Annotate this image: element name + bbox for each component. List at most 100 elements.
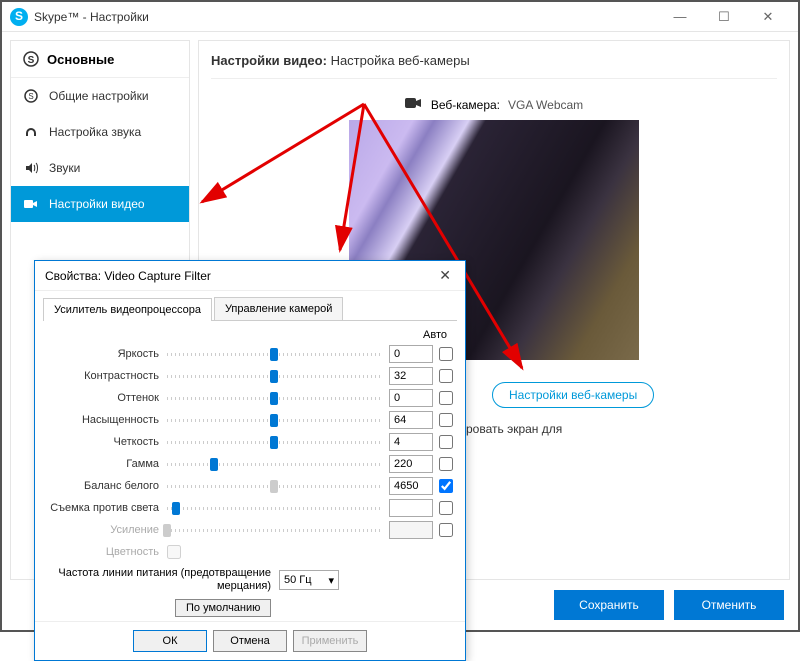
slider-row: Четкость: [47, 431, 453, 453]
slider-label: Цветность: [47, 546, 167, 558]
apply-button[interactable]: Применить: [293, 630, 367, 652]
slider-row: Оттенок: [47, 387, 453, 409]
skype-icon: S: [23, 88, 39, 104]
sidebar-item-label: Настройки видео: [49, 197, 145, 211]
slider-track[interactable]: [167, 397, 381, 400]
main-title-prefix: Настройки видео:: [211, 53, 327, 68]
default-button[interactable]: По умолчанию: [175, 599, 271, 617]
slider-row: Яркость: [47, 343, 453, 365]
ok-button[interactable]: ОК: [133, 630, 207, 652]
save-button[interactable]: Сохранить: [554, 590, 664, 620]
chevron-down-icon: ▾: [328, 574, 334, 587]
window-title: Skype™ - Настройки: [34, 10, 658, 24]
slider-value-input[interactable]: [389, 389, 433, 407]
slider-value-input[interactable]: [389, 499, 433, 517]
slider-track: [167, 485, 381, 488]
auto-checkbox[interactable]: [439, 391, 453, 405]
slider-label: Усиление: [47, 524, 167, 536]
cancel-button[interactable]: Отменить: [674, 590, 784, 620]
dialog-footer: ОК Отмена Применить: [35, 621, 465, 660]
sidebar-item-label: Настройка звука: [49, 125, 141, 139]
maximize-button[interactable]: ☐: [702, 2, 746, 32]
slider-value-input[interactable]: [389, 411, 433, 429]
slider-row: Цветность: [47, 541, 453, 563]
camera-icon: [405, 97, 423, 112]
auto-checkbox[interactable]: [439, 413, 453, 427]
skype-logo-icon: [10, 8, 28, 26]
webcam-row: Веб-камера: VGA Webcam: [211, 97, 777, 112]
sidebar-item-sounds[interactable]: Звуки: [11, 150, 189, 186]
slider-row: Гамма: [47, 453, 453, 475]
dialog-body: Авто Яркость Контрастность Оттенок Насыщ…: [35, 321, 465, 621]
auto-checkbox[interactable]: [439, 369, 453, 383]
properties-dialog: Свойства: Video Capture Filter ✕ Усилите…: [34, 260, 466, 661]
slider-row: Насыщенность: [47, 409, 453, 431]
slider-track[interactable]: [167, 441, 381, 444]
auto-checkbox[interactable]: [439, 347, 453, 361]
auto-column-header: Авто: [47, 329, 453, 341]
auto-checkbox[interactable]: [439, 479, 453, 493]
dialog-tabs: Усилитель видеопроцессора Управление кам…: [43, 297, 457, 321]
svg-text:S: S: [28, 55, 35, 66]
titlebar: Skype™ - Настройки — ☐ ✕: [2, 2, 798, 32]
video-icon: [23, 196, 39, 212]
minimize-button[interactable]: —: [658, 2, 702, 32]
slider-value-input[interactable]: [389, 455, 433, 473]
slider-label: Съемка против света: [47, 502, 167, 514]
auto-checkbox[interactable]: [439, 435, 453, 449]
auto-checkbox[interactable]: [439, 457, 453, 471]
slider-track[interactable]: [167, 507, 381, 510]
sidebar-item-video[interactable]: Настройки видео: [11, 186, 189, 222]
sound-icon: [23, 160, 39, 176]
main-title: Настройки видео: Настройка веб-камеры: [211, 53, 777, 79]
sidebar-item-label: Общие настройки: [49, 89, 149, 103]
dialog-title-text: Свойства: Video Capture Filter: [45, 269, 211, 283]
slider-row: Съемка против света: [47, 497, 453, 519]
footer: Сохранить Отменить: [554, 590, 784, 620]
slider-label: Яркость: [47, 348, 167, 360]
dialog-titlebar: Свойства: Video Capture Filter ✕: [35, 261, 465, 291]
sidebar-header-label: Основные: [47, 52, 114, 67]
frequency-row: Частота линии питания (предотвращение ме…: [47, 567, 453, 593]
slider-value-input[interactable]: [389, 345, 433, 363]
partial-text: ровать экран для: [466, 422, 562, 436]
webcam-label: Веб-камера:: [431, 98, 500, 112]
webcam-settings-button[interactable]: Настройки веб-камеры: [492, 382, 654, 408]
slider-label: Контрастность: [47, 370, 167, 382]
slider-label: Гамма: [47, 458, 167, 470]
dialog-cancel-button[interactable]: Отмена: [213, 630, 287, 652]
frequency-value: 50 Гц: [284, 574, 312, 586]
slider-value-input[interactable]: [389, 477, 433, 495]
slider-value-input[interactable]: [389, 367, 433, 385]
slider-track[interactable]: [167, 419, 381, 422]
slider-label: Баланс белого: [47, 480, 167, 492]
slider-track[interactable]: [167, 375, 381, 378]
dialog-close-button[interactable]: ✕: [435, 267, 455, 284]
auto-checkbox[interactable]: [439, 523, 453, 537]
slider-value-input: [389, 521, 433, 539]
slider-track: [167, 529, 381, 532]
headset-icon: [23, 124, 39, 140]
slider-label: Оттенок: [47, 392, 167, 404]
close-button[interactable]: ✕: [746, 2, 790, 32]
slider-track[interactable]: [167, 353, 381, 356]
tab-video-amp[interactable]: Усилитель видеопроцессора: [43, 298, 212, 321]
skype-icon: S: [23, 51, 39, 67]
auto-checkbox[interactable]: [439, 501, 453, 515]
sidebar-item-audio[interactable]: Настройка звука: [11, 114, 189, 150]
colorfulness-checkbox: [167, 545, 181, 559]
slider-row: Усиление: [47, 519, 453, 541]
slider-track[interactable]: [167, 463, 381, 466]
slider-row: Баланс белого: [47, 475, 453, 497]
sidebar-header: S Основные: [11, 41, 189, 78]
webcam-name: VGA Webcam: [508, 98, 583, 112]
frequency-label: Частота линии питания (предотвращение ме…: [47, 567, 279, 593]
tab-camera-control[interactable]: Управление камерой: [214, 297, 343, 320]
sidebar-item-general[interactable]: S Общие настройки: [11, 78, 189, 114]
slider-label: Четкость: [47, 436, 167, 448]
frequency-select[interactable]: 50 Гц ▾: [279, 570, 339, 590]
sidebar-item-label: Звуки: [49, 161, 80, 175]
main-title-text: Настройка веб-камеры: [331, 53, 470, 68]
slider-label: Насыщенность: [47, 414, 167, 426]
slider-value-input[interactable]: [389, 433, 433, 451]
